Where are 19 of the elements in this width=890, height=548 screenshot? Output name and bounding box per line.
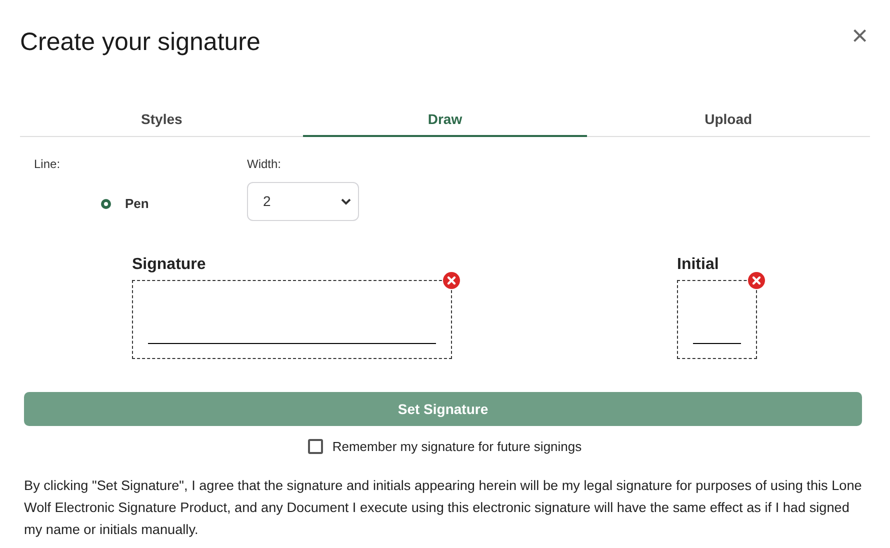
radio-button[interactable] [101, 198, 111, 209]
dialog-title: Create your signature [20, 27, 260, 58]
remember-label: Remember my signature for future signings [332, 438, 582, 456]
line-label: Line: [34, 156, 62, 173]
chevron-down-icon [341, 198, 351, 205]
width-label: Width: [247, 156, 282, 173]
radio-label: Pen [125, 195, 149, 213]
tab[interactable]: Draw [303, 104, 587, 137]
checkbox[interactable] [308, 439, 324, 454]
tab[interactable]: Styles [20, 104, 304, 137]
pad-label: Initial [677, 255, 720, 275]
width-select[interactable]: 2 [247, 182, 359, 221]
tab[interactable]: Upload [586, 104, 870, 137]
clear-icon[interactable] [748, 272, 765, 289]
pad-label: Signature [132, 255, 207, 275]
disclaimer-text: By clicking "Set Signature", I agree that the signature and initials appearing herein will be my legal signature for purposes of using this Lone Wolf Electronic Signature Product, and any Document I execute using this electronic signature will have the same effect as if I had signed my name or initials manually. [24, 476, 863, 539]
close-button[interactable]: × [852, 22, 868, 50]
signature-pad[interactable] [132, 280, 452, 359]
clear-icon[interactable] [443, 272, 460, 289]
